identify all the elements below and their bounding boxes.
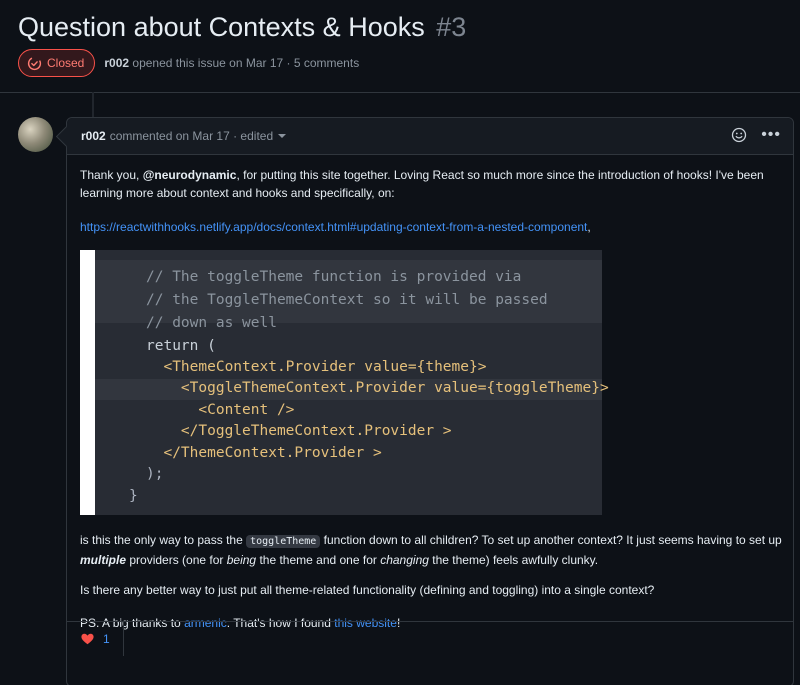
issue-number: #3 xyxy=(436,12,467,42)
issue-opened-text: opened this issue on Mar 17 · 5 comments xyxy=(132,56,360,70)
comment-actions: ••• xyxy=(731,127,781,143)
heart-reaction-button[interactable]: 1 xyxy=(67,621,124,656)
text-span: the theme) feels awfully clunky. xyxy=(428,553,599,567)
issue-status-row: Closed r002 opened this issue on Mar 17 … xyxy=(18,49,359,77)
issue-closed-icon xyxy=(27,56,42,70)
heart-icon xyxy=(81,633,94,644)
text-span: providers (one for xyxy=(126,553,227,567)
comment-box: r002 commented on Mar 17 · edited ••• Th… xyxy=(66,117,794,685)
comment-paragraph-4: Is there any better way to just put all … xyxy=(80,583,655,597)
code-line: ); xyxy=(146,466,164,482)
code-line: <ThemeContext.Provider value={theme}> xyxy=(146,359,487,375)
docs-link[interactable]: https://reactwithhooks.netlify.app/docs/… xyxy=(80,220,587,234)
issue-meta: r002 opened this issue on Mar 17 · 5 com… xyxy=(104,56,359,70)
issue-title-text: Question about Contexts & Hooks xyxy=(18,12,425,42)
code-line: <ToggleThemeContext.Provider value={togg… xyxy=(146,380,609,396)
header-divider xyxy=(0,92,800,93)
status-label: Closed xyxy=(47,56,85,70)
edited-caret-icon[interactable] xyxy=(278,134,287,138)
text-span: Thank you, xyxy=(80,168,143,182)
code-line: </ToggleThemeContext.Provider > xyxy=(146,423,452,439)
emphasis: being xyxy=(226,553,257,567)
comment-paragraph-1: Thank you, @neurodynamic, for putting th… xyxy=(80,166,780,202)
issue-title: Question about Contexts & Hooks #3 xyxy=(18,10,466,44)
comment-author-link[interactable]: r002 xyxy=(81,129,106,143)
inline-code: toggleTheme xyxy=(246,535,321,548)
code-gutter xyxy=(80,250,95,515)
reactions-bar: 1 xyxy=(67,621,793,656)
text-span: function down to all children? To set up… xyxy=(320,533,782,547)
issue-author-link[interactable]: r002 xyxy=(104,56,129,70)
comment-link-paragraph: https://reactwithhooks.netlify.app/docs/… xyxy=(80,218,591,236)
comment-paragraph-3: is this the only way to pass the toggleT… xyxy=(80,531,785,569)
reaction-count: 1 xyxy=(103,631,110,646)
mention-link[interactable]: @neurodynamic xyxy=(143,168,237,182)
comment-meta: commented on Mar 17 · edited xyxy=(109,129,274,143)
code-line: // down as well xyxy=(146,315,277,331)
code-line: return ( xyxy=(146,338,216,354)
avatar[interactable] xyxy=(18,117,53,152)
text-span: , xyxy=(587,220,591,234)
comment-header: r002 commented on Mar 17 · edited ••• xyxy=(67,118,793,155)
emphasis: multiple xyxy=(80,553,127,567)
smiley-icon[interactable] xyxy=(731,127,747,143)
emphasis: changing xyxy=(380,553,429,567)
status-badge: Closed xyxy=(18,49,96,77)
kebab-horizontal-icon[interactable]: ••• xyxy=(761,127,781,143)
text-span: the theme and one for xyxy=(256,553,381,567)
code-line: </ThemeContext.Provider > xyxy=(146,445,382,461)
code-line: <Content /> xyxy=(146,402,295,418)
text-span: is this the only way to pass the xyxy=(80,533,247,547)
code-screenshot: // The toggleTheme function is provided … xyxy=(80,250,609,515)
code-line: // The toggleTheme function is provided … xyxy=(146,269,522,285)
code-line: } xyxy=(129,488,138,504)
code-line: // the ToggleThemeContext so it will be … xyxy=(146,292,548,308)
